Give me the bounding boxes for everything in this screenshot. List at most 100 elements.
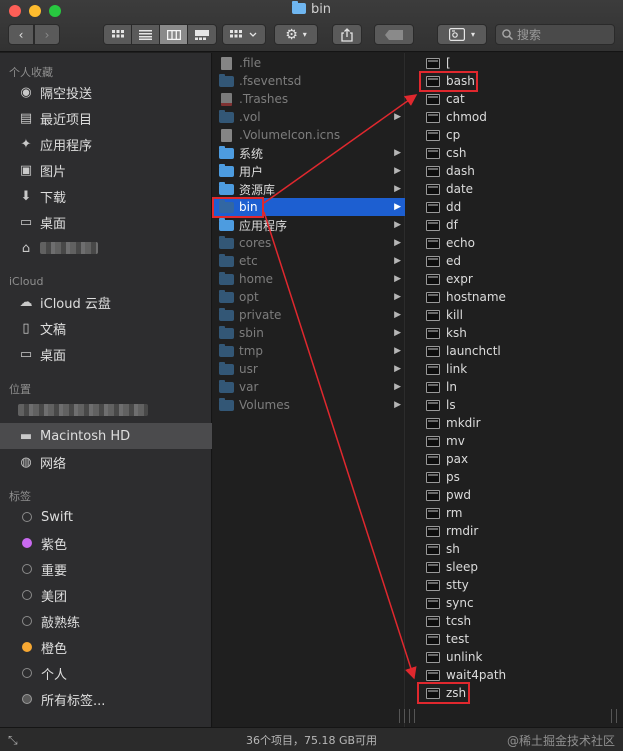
folder-row[interactable]: 资源库 ▶: [213, 180, 405, 198]
exec-row[interactable]: dash: [406, 162, 606, 180]
sidebar-item-computer[interactable]: [0, 397, 212, 423]
forward-button[interactable]: ›: [34, 24, 60, 45]
sidebar-item-pictures[interactable]: ▣ 图片: [0, 157, 212, 183]
folder-row[interactable]: 系统 ▶: [213, 144, 405, 162]
icon-view-button[interactable]: [104, 25, 132, 44]
sidebar-tag-purple[interactable]: 紫色: [0, 530, 212, 556]
edit-tags-button[interactable]: [374, 24, 414, 45]
exec-row[interactable]: pax: [406, 450, 606, 468]
sidebar-item-applications[interactable]: ✦ 应用程序: [0, 131, 212, 157]
file-row[interactable]: .fseventsd: [213, 72, 405, 90]
exec-row[interactable]: chmod: [406, 108, 606, 126]
column-resize-handle[interactable]: [409, 709, 415, 723]
file-row[interactable]: .VolumeIcon.icns: [213, 126, 405, 144]
exec-row[interactable]: unlink: [406, 648, 606, 666]
exec-row[interactable]: ps: [406, 468, 606, 486]
executable-icon: [426, 147, 440, 159]
exec-row[interactable]: sh: [406, 540, 606, 558]
disclosure-arrow-icon: ▶: [394, 400, 401, 410]
exec-row[interactable]: csh: [406, 144, 606, 162]
folder-row[interactable]: opt ▶: [213, 288, 405, 306]
exec-row[interactable]: cat: [406, 90, 606, 108]
exec-row[interactable]: df: [406, 216, 606, 234]
folder-icon: [219, 181, 234, 195]
exec-row[interactable]: dd: [406, 198, 606, 216]
share-button[interactable]: [332, 24, 362, 45]
exec-row[interactable]: kill: [406, 306, 606, 324]
file-row[interactable]: .file: [213, 54, 405, 72]
sidebar-tag-practice[interactable]: 敲熟练: [0, 608, 212, 634]
sidebar-tag-personal[interactable]: 个人: [0, 660, 212, 686]
sidebar-tag-important[interactable]: 重要: [0, 556, 212, 582]
sidebar-item-icloud-desktop[interactable]: ▭ 桌面: [0, 341, 212, 367]
tag-color-dot: [22, 590, 32, 600]
exec-row[interactable]: hostname: [406, 288, 606, 306]
folder-row[interactable]: .vol ▶: [213, 108, 405, 126]
column-resize-handle[interactable]: [399, 709, 405, 723]
sidebar-tag-swift[interactable]: Swift: [0, 504, 212, 530]
exec-row[interactable]: date: [406, 180, 606, 198]
folder-row[interactable]: var ▶: [213, 378, 405, 396]
folder-row[interactable]: tmp ▶: [213, 342, 405, 360]
exec-row[interactable]: launchctl: [406, 342, 606, 360]
exec-row[interactable]: expr: [406, 270, 606, 288]
exec-row[interactable]: cp: [406, 126, 606, 144]
file-row[interactable]: .Trashes: [213, 90, 405, 108]
folder-row[interactable]: 用户 ▶: [213, 162, 405, 180]
exec-row[interactable]: stty: [406, 576, 606, 594]
folder-row[interactable]: 应用程序 ▶: [213, 216, 405, 234]
search-field[interactable]: [495, 24, 615, 45]
disclosure-arrow-icon: ▶: [394, 184, 401, 194]
exec-row[interactable]: sleep: [406, 558, 606, 576]
sidebar-item-airdrop[interactable]: ◉ 隔空投送: [0, 79, 212, 105]
sidebar-item-macintosh-hd[interactable]: ▬ Macintosh HD: [0, 423, 212, 449]
back-button[interactable]: ‹: [8, 24, 34, 45]
folder-row[interactable]: usr ▶: [213, 360, 405, 378]
sidebar-item-downloads[interactable]: ⬇ 下载: [0, 183, 212, 209]
exec-row[interactable]: tcsh: [406, 612, 606, 630]
sidebar-item-network[interactable]: ◍ 网络: [0, 449, 212, 475]
exec-row[interactable]: test: [406, 630, 606, 648]
folder-row[interactable]: cores ▶: [213, 234, 405, 252]
folder-row[interactable]: private ▶: [213, 306, 405, 324]
disclosure-arrow-icon: ▶: [394, 328, 401, 338]
group-button[interactable]: [222, 24, 266, 45]
list-view-button[interactable]: [132, 25, 160, 44]
exec-row[interactable]: mv: [406, 432, 606, 450]
sidebar-item-icloud-drive[interactable]: ☁ iCloud 云盘: [0, 289, 212, 315]
exec-row[interactable]: link: [406, 360, 606, 378]
sidebar-item-recents[interactable]: ▤ 最近项目: [0, 105, 212, 131]
sidebar-item-home[interactable]: ⌂: [0, 235, 212, 261]
exec-row[interactable]: ed: [406, 252, 606, 270]
sidebar-tag-meituan[interactable]: 美团: [0, 582, 212, 608]
search-input[interactable]: [517, 27, 605, 42]
exec-row[interactable]: pwd: [406, 486, 606, 504]
exec-row[interactable]: rmdir: [406, 522, 606, 540]
folder-icon: [219, 307, 234, 321]
exec-row[interactable]: ln: [406, 378, 606, 396]
exec-row[interactable]: ls: [406, 396, 606, 414]
folder-row[interactable]: etc ▶: [213, 252, 405, 270]
gallery-view-button[interactable]: [188, 25, 216, 44]
sidebar-tag-orange[interactable]: 橙色: [0, 634, 212, 660]
column-resize-handle[interactable]: [611, 709, 617, 723]
chevron-down-icon: ▾: [302, 30, 307, 39]
folder-row[interactable]: sbin ▶: [213, 324, 405, 342]
executable-icon: [426, 417, 440, 429]
grid-icon: [111, 29, 124, 37]
exec-row[interactable]: echo: [406, 234, 606, 252]
exec-row[interactable]: rm: [406, 504, 606, 522]
sidebar-item-desktop[interactable]: ▭ 桌面: [0, 209, 212, 235]
exec-row[interactable]: mkdir: [406, 414, 606, 432]
quick-look-button[interactable]: ▾: [437, 24, 487, 45]
exec-row[interactable]: ksh: [406, 324, 606, 342]
folder-row[interactable]: Volumes ▶: [213, 396, 405, 414]
action-menu-button[interactable]: ⚙ ▾: [274, 24, 318, 45]
exec-row[interactable]: sync: [406, 594, 606, 612]
sidebar-toggle-icon[interactable]: ⤡: [8, 733, 18, 748]
sidebar-item-documents[interactable]: ▯ 文稿: [0, 315, 212, 341]
folder-row[interactable]: home ▶: [213, 270, 405, 288]
exec-row[interactable]: [: [406, 54, 606, 72]
sidebar-tag-all-tags[interactable]: 所有标签...: [0, 686, 212, 712]
column-view-button[interactable]: [160, 25, 188, 44]
